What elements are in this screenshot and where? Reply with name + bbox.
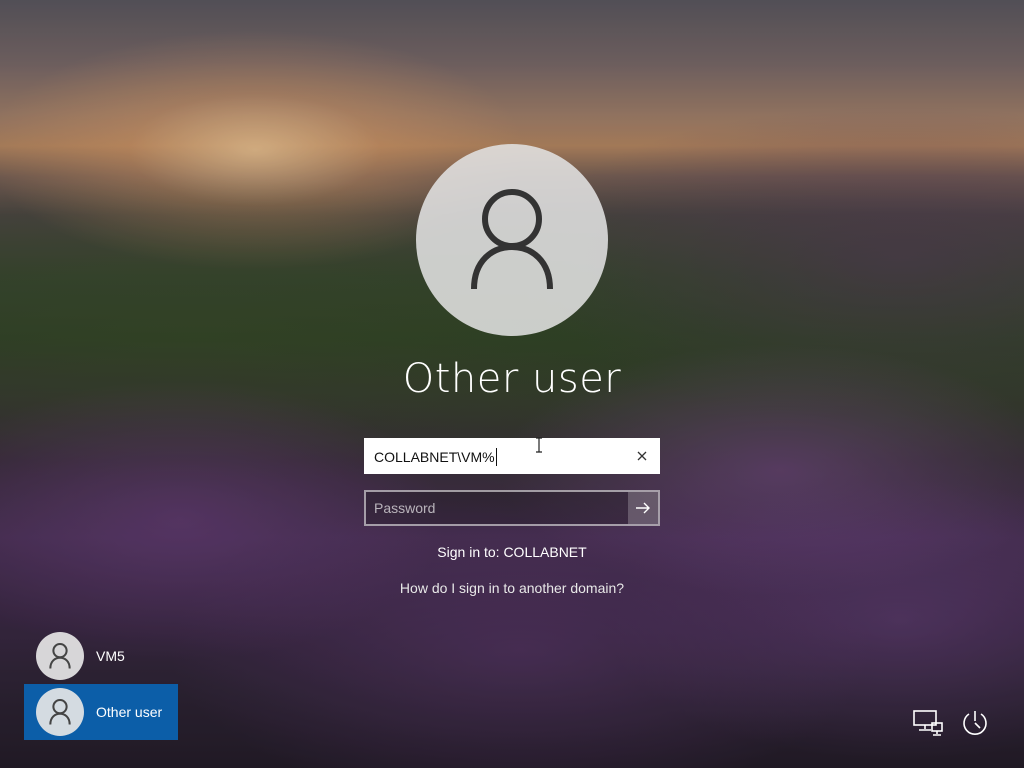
user-tile-other-user[interactable]: Other user xyxy=(24,684,178,740)
network-button[interactable] xyxy=(910,706,946,740)
person-icon xyxy=(471,189,553,290)
clear-button[interactable] xyxy=(632,446,652,466)
network-icon xyxy=(913,710,943,736)
password-placeholder: Password xyxy=(374,500,436,516)
user-display-name: Other user xyxy=(402,356,622,402)
mouse-cursor-ibeam xyxy=(536,437,542,453)
power-icon xyxy=(963,711,987,735)
tile-avatar xyxy=(36,688,84,736)
person-icon xyxy=(49,699,71,725)
user-tile-vm5[interactable]: VM5 xyxy=(24,628,178,684)
close-icon xyxy=(637,451,647,461)
domain-help-link[interactable]: How do I sign in to another domain? xyxy=(400,580,624,596)
user-tile-label: VM5 xyxy=(96,648,125,664)
text-caret xyxy=(495,448,497,466)
username-value: COLLABNET\VM% xyxy=(374,448,497,466)
domain-help-container: How do I sign in to another domain? xyxy=(0,580,1024,596)
tile-avatar xyxy=(36,632,84,680)
sign-in-domain-text: Sign in to: COLLABNET xyxy=(437,544,587,560)
arrow-right-icon xyxy=(636,502,650,514)
power-button[interactable] xyxy=(957,706,993,740)
password-input[interactable]: Password xyxy=(364,490,660,526)
username-text: COLLABNET\VM% xyxy=(374,449,495,465)
username-input[interactable]: COLLABNET\VM% xyxy=(364,438,660,474)
user-tile-label: Other user xyxy=(96,704,163,720)
person-icon xyxy=(49,643,71,669)
submit-button[interactable] xyxy=(628,492,658,524)
user-avatar xyxy=(416,144,608,336)
